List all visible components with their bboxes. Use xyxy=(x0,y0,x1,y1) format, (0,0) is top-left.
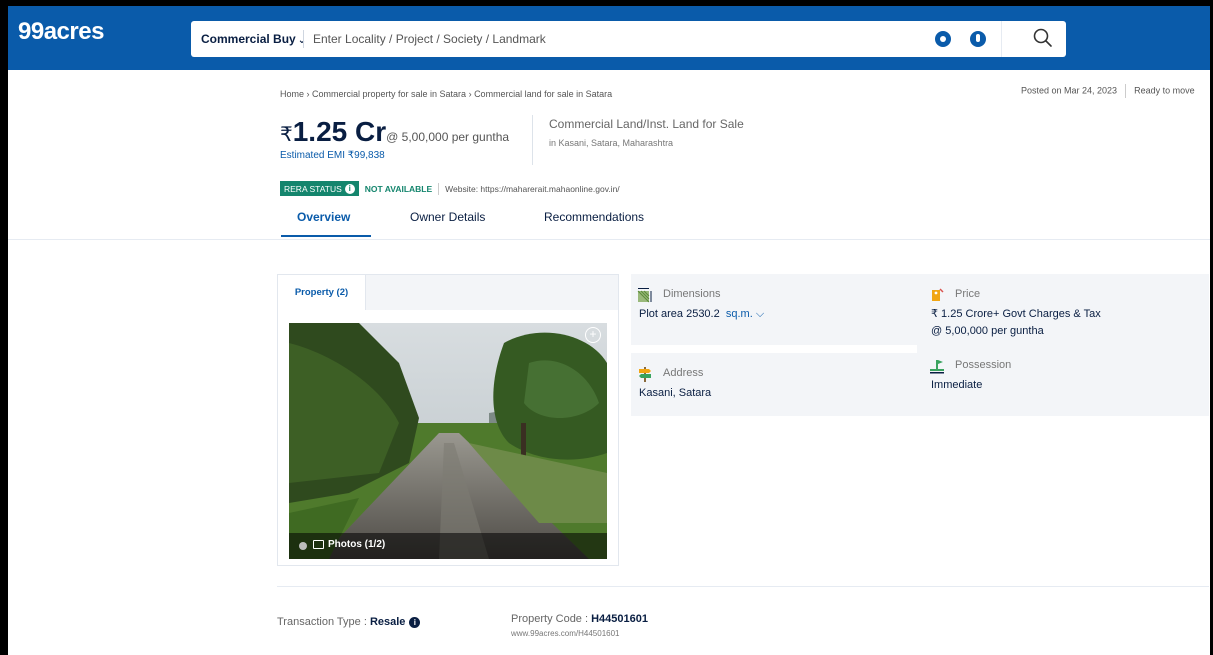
posted-info: Posted on Mar 24, 2023 Ready to move xyxy=(1021,84,1195,98)
code-value: H44501601 xyxy=(591,613,648,625)
property-code-url[interactable]: www.99acres.com/H44501601 xyxy=(511,629,620,638)
price-value: ₹ 1.25 Crore+ Govt Charges & Tax xyxy=(931,308,1101,320)
tab-property-photos[interactable]: Property (2) xyxy=(278,275,366,310)
divider xyxy=(532,115,533,165)
active-tab-indicator xyxy=(281,235,371,237)
breadcrumb[interactable]: Home › Commercial property for sale in S… xyxy=(280,89,612,99)
currency-symbol: ₹ xyxy=(280,124,293,146)
carousel-dot[interactable] xyxy=(299,542,307,550)
info-icon[interactable]: i xyxy=(409,617,421,628)
property-location: in Kasani, Satara, Maharashtra xyxy=(549,138,674,148)
search-bar: Commercial Buy ⌄ xyxy=(191,21,1066,57)
possession-value: Immediate xyxy=(931,379,983,391)
price-per-unit: @ 5,00,000 per guntha xyxy=(931,325,1044,337)
photo-counter-strip: Photos (1/2) xyxy=(289,533,607,559)
location-icon[interactable] xyxy=(935,31,951,47)
availability-status: Ready to move xyxy=(1134,85,1195,96)
header: 99acres Commercial Buy ⌄ xyxy=(8,6,1210,70)
rera-label: RERA STATUS xyxy=(284,183,342,194)
photo-image xyxy=(289,323,607,559)
chevron-down-icon: ⌄ xyxy=(297,35,307,46)
property-details: Dimensions Plot area 2530.2 sq.m. ⌵ Pric… xyxy=(631,274,1209,416)
tab-overview[interactable]: Overview xyxy=(297,210,350,224)
chevron-down-icon: ⌵ xyxy=(755,308,765,320)
category-dropdown[interactable]: Commercial Buy ⌄ xyxy=(201,32,306,46)
detail-possession: Possession Immediate xyxy=(923,345,1209,416)
unit-label: sq.m. xyxy=(725,308,753,320)
rera-badge[interactable]: RERA STATUS i xyxy=(280,181,359,196)
divider xyxy=(631,345,917,353)
category-label: Commercial Buy xyxy=(201,32,296,46)
detail-value: ₹ 1.25 Crore+ Govt Charges & Tax @ 5,00,… xyxy=(931,306,1101,340)
detail-value: Plot area 2530.2 sq.m. ⌵ xyxy=(639,306,764,323)
photos-icon xyxy=(313,540,324,549)
transaction-label: Transaction Type : xyxy=(277,616,370,628)
price-amount: 1.25 Cr xyxy=(292,116,387,147)
divider xyxy=(1001,21,1002,57)
tab-owner-details[interactable]: Owner Details xyxy=(410,210,485,224)
detail-dimensions: Dimensions Plot area 2530.2 sq.m. ⌵ xyxy=(631,274,917,353)
address-value: Kasani, Satara xyxy=(639,387,712,399)
search-input[interactable] xyxy=(313,27,913,51)
page-frame: 99acres Commercial Buy⌄ Home › Commercia… xyxy=(0,0,1213,655)
transaction-value: Resale xyxy=(369,616,406,628)
plot-area: Plot area 2530.2 xyxy=(639,308,720,320)
divider xyxy=(303,30,304,48)
zoom-icon[interactable]: + xyxy=(585,327,601,343)
price: ₹1.25 Cr@ 5,00,000 per guntha xyxy=(280,116,509,148)
divider xyxy=(8,239,1210,240)
divider xyxy=(277,586,1209,587)
microphone-icon[interactable] xyxy=(970,31,986,47)
unit-dropdown[interactable]: sq.m. ⌵ xyxy=(726,308,764,320)
rera-website: Website: https://maharerait.mahaonline.g… xyxy=(445,183,620,194)
tab-recommendations[interactable]: Recommendations xyxy=(544,210,644,224)
photo-card: Property (2) + Photos (1/2) xyxy=(277,274,619,566)
emi-link[interactable]: Estimated EMI ₹99,838 xyxy=(280,150,385,161)
price-per-unit: @ 5,00,000 per guntha xyxy=(386,130,510,144)
detail-label: Possession xyxy=(955,359,1012,371)
divider xyxy=(438,182,440,195)
logo[interactable]: 99acres xyxy=(18,18,104,46)
detail-label: Address xyxy=(663,367,704,379)
signpost-icon xyxy=(639,367,651,382)
possession-icon xyxy=(930,360,944,374)
divider xyxy=(1125,84,1127,98)
transaction-type: Transaction Type : Resale i xyxy=(277,616,421,628)
detail-price: Price ₹ 1.25 Crore+ Govt Charges & Tax @… xyxy=(923,274,1209,345)
rera-value: NOT AVAILABLE xyxy=(364,183,433,194)
info-icon: i xyxy=(344,183,355,194)
property-photo[interactable]: + Photos (1/2) xyxy=(289,323,607,559)
detail-address: Address Kasani, Satara xyxy=(631,353,917,416)
property-type: Commercial Land/Inst. Land for Sale xyxy=(549,117,744,131)
search-icon[interactable] xyxy=(1032,27,1054,49)
photo-counter-label: Photos (1/2) xyxy=(328,539,386,550)
code-label: Property Code : xyxy=(511,613,592,625)
photo-counter[interactable]: Photos (1/2) xyxy=(313,539,385,550)
detail-label: Dimensions xyxy=(663,288,721,300)
property-code: Property Code : H44501601 xyxy=(511,613,648,625)
photo-tabs: Property (2) xyxy=(278,275,618,310)
detail-label: Price xyxy=(955,288,981,300)
price-tag-icon xyxy=(932,288,944,301)
posted-date: Posted on Mar 24, 2023 xyxy=(1021,85,1118,96)
dimensions-icon xyxy=(637,288,652,303)
rera-status: RERA STATUS i NOT AVAILABLE Website: http… xyxy=(280,181,620,196)
